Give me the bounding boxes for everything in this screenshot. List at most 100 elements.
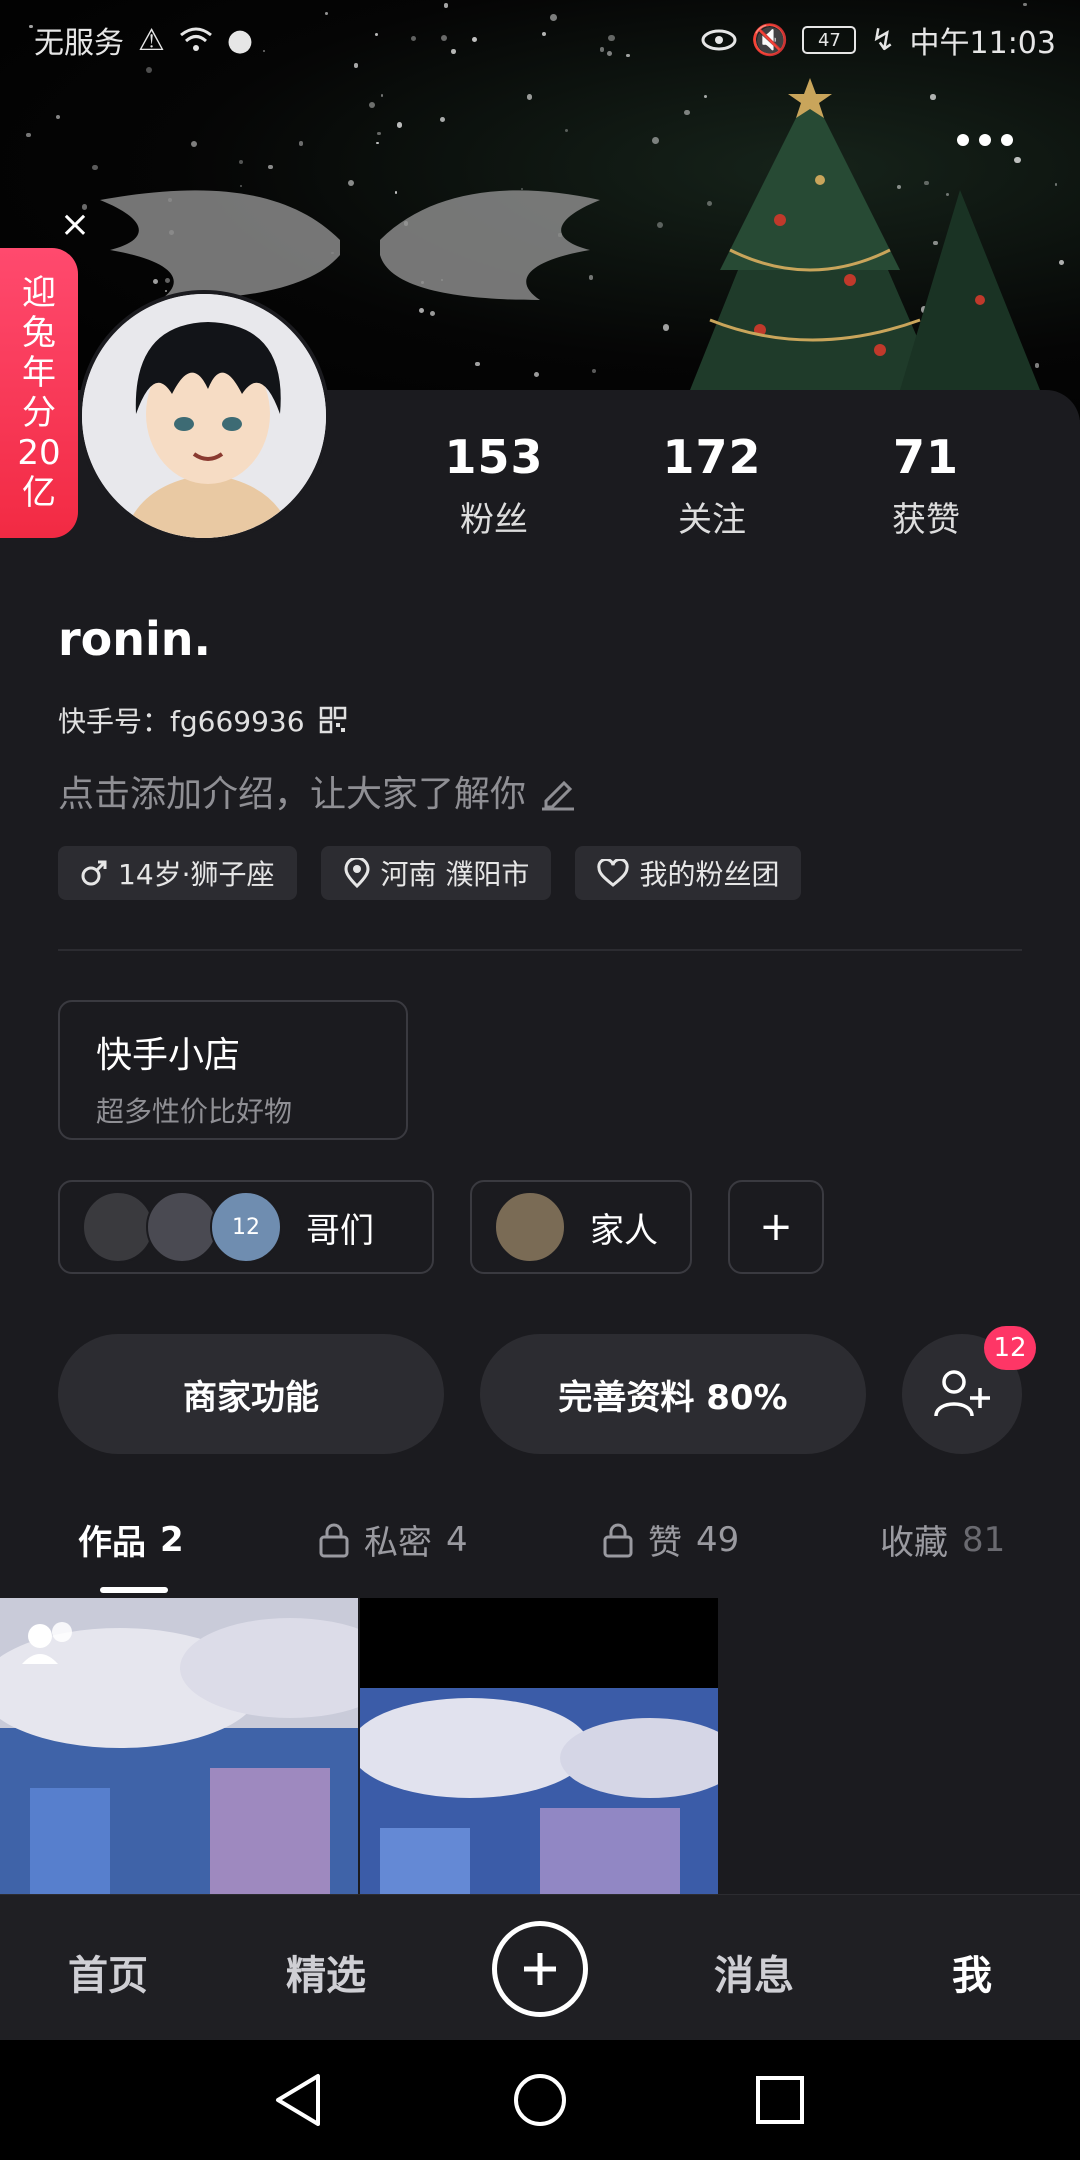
tab-favorites[interactable]: 收藏 81 bbox=[880, 1515, 1005, 1564]
snowflake bbox=[475, 361, 480, 367]
snowflake bbox=[1054, 182, 1058, 186]
tag-location-text: 河南 濮阳市 bbox=[380, 858, 530, 891]
bottom-navigation: 首页 精选 消息 我 bbox=[0, 1894, 1080, 2040]
stat-followers[interactable]: 153 粉丝 bbox=[394, 430, 594, 541]
lock-icon bbox=[603, 1523, 633, 1557]
bio-text: 点击添加介绍，让大家了解你 bbox=[58, 774, 527, 815]
wifi-icon bbox=[179, 27, 212, 51]
tag-fan-group-text: 我的粉丝团 bbox=[639, 858, 780, 891]
charging-icon: ↯ bbox=[870, 22, 896, 58]
work-image bbox=[360, 1598, 718, 1894]
tab-likes[interactable]: 赞 49 bbox=[602, 1515, 739, 1564]
promo-char: 20 bbox=[17, 433, 61, 473]
alert-icon: ⚠ bbox=[138, 22, 165, 58]
recent-apps-icon[interactable] bbox=[748, 2068, 812, 2132]
snowflake bbox=[55, 114, 61, 120]
promo-char: 亿 bbox=[21, 473, 56, 513]
plus-icon bbox=[524, 1953, 556, 1985]
profile-name: ronin. bbox=[58, 612, 212, 666]
tab-private[interactable]: 私密 4 bbox=[318, 1515, 468, 1564]
avatar-image bbox=[82, 294, 326, 538]
snowflake bbox=[298, 141, 304, 147]
carrier-text: 无服务 bbox=[34, 26, 124, 61]
snowflake bbox=[533, 371, 540, 377]
stat-likes[interactable]: 71 获赞 bbox=[826, 430, 1026, 541]
shop-title: 快手小店 bbox=[96, 1035, 241, 1076]
nav-messages[interactable]: 消息 bbox=[684, 1943, 824, 2001]
add-person-icon bbox=[934, 1370, 990, 1417]
tag-fan-group[interactable]: 我的粉丝团 bbox=[575, 846, 802, 900]
works-grid bbox=[0, 1598, 1080, 1894]
snowflake bbox=[429, 311, 435, 317]
nav-featured[interactable]: 精选 bbox=[256, 1943, 396, 2001]
profile-tags: 14岁·狮子座 河南 濮阳市 我的粉丝团 bbox=[58, 846, 802, 900]
back-icon[interactable] bbox=[268, 2068, 332, 2132]
shop-subtitle: 超多性价比好物 bbox=[96, 1095, 293, 1128]
tab-private-count: 4 bbox=[446, 1519, 468, 1560]
snowflake bbox=[25, 132, 31, 138]
snowflake bbox=[1059, 260, 1064, 266]
tab-favorites-label: 收藏 bbox=[880, 1523, 948, 1563]
avatar[interactable] bbox=[78, 290, 330, 542]
content-tabs: 作品 2 私密 4 赞 49 收藏 81 bbox=[0, 1505, 1080, 1595]
tab-works[interactable]: 作品 2 bbox=[78, 1515, 184, 1564]
snowflake bbox=[396, 122, 402, 128]
snowflake bbox=[268, 164, 273, 170]
nav-me[interactable]: 我 bbox=[902, 1943, 1042, 2001]
promo-char: 迎 bbox=[21, 273, 56, 313]
tab-works-count: 2 bbox=[160, 1519, 184, 1560]
promo-banner[interactable]: 迎兔年分 20 亿 bbox=[0, 248, 78, 538]
snowflake bbox=[92, 165, 98, 171]
complete-profile-button[interactable]: 完善资料 80% bbox=[480, 1334, 866, 1454]
publish-button[interactable] bbox=[492, 1921, 588, 2017]
snowflake bbox=[380, 94, 383, 97]
more-options-button[interactable] bbox=[950, 120, 1020, 160]
location-pin-icon bbox=[344, 858, 370, 888]
group-more-count: 12 bbox=[210, 1191, 282, 1263]
home-circle-icon[interactable] bbox=[508, 2068, 572, 2132]
group-family-label: 家人 bbox=[590, 1210, 658, 1251]
snowflake bbox=[564, 129, 568, 133]
merchant-features-button[interactable]: 商家功能 bbox=[58, 1334, 444, 1454]
kuaishou-id-row[interactable]: 快手号：fg669936 bbox=[58, 700, 347, 740]
status-bar: 无服务 ⚠ ● 🔇 47 ↯ 中午11:03 bbox=[0, 0, 1080, 80]
add-friend-button[interactable]: 12 bbox=[902, 1326, 1036, 1454]
heart-icon bbox=[597, 859, 630, 887]
promo-char: 年 bbox=[21, 353, 56, 393]
qr-code-icon[interactable] bbox=[319, 706, 347, 734]
edit-pencil-icon bbox=[542, 780, 575, 811]
system-navigation-bar bbox=[0, 2040, 1080, 2160]
snowflake bbox=[439, 116, 445, 122]
followers-count: 153 bbox=[444, 430, 544, 484]
lock-icon bbox=[319, 1523, 349, 1557]
section-divider bbox=[58, 949, 1022, 951]
likes-count: 71 bbox=[892, 430, 959, 484]
work-thumbnail[interactable] bbox=[360, 1598, 718, 1894]
tag-age-zodiac[interactable]: 14岁·狮子座 bbox=[58, 846, 297, 900]
kuaishou-shop-card[interactable]: 快手小店 超多性价比好物 bbox=[58, 1000, 408, 1140]
promo-text: 迎兔年分 20 亿 bbox=[17, 273, 60, 513]
tag-location[interactable]: 河南 濮阳市 bbox=[320, 846, 552, 900]
snowflake bbox=[376, 142, 379, 145]
snowflake bbox=[368, 101, 376, 109]
likes-label: 获赞 bbox=[892, 500, 960, 540]
group-bros[interactable]: 12 哥们 bbox=[58, 1180, 434, 1274]
tab-favorites-count: 81 bbox=[962, 1519, 1006, 1560]
following-count: 172 bbox=[662, 430, 762, 484]
group-bros-label: 哥们 bbox=[306, 1210, 374, 1251]
mute-icon: 🔇 bbox=[751, 22, 789, 58]
group-family[interactable]: 家人 bbox=[470, 1180, 692, 1274]
plus-icon: + bbox=[759, 1204, 793, 1250]
bio-placeholder[interactable]: 点击添加介绍，让大家了解你 bbox=[58, 765, 578, 817]
work-image bbox=[0, 1598, 358, 1894]
snowflake bbox=[377, 131, 381, 135]
work-thumbnail[interactable] bbox=[0, 1598, 358, 1894]
group-member-avatar bbox=[146, 1191, 218, 1263]
male-icon bbox=[81, 860, 107, 886]
stat-following[interactable]: 172 关注 bbox=[612, 430, 812, 541]
add-group-button[interactable]: + bbox=[728, 1180, 824, 1274]
tab-likes-label: 赞 bbox=[648, 1523, 682, 1563]
snowflake bbox=[238, 159, 243, 164]
close-promo-icon[interactable]: × bbox=[58, 207, 92, 243]
nav-home[interactable]: 首页 bbox=[38, 1943, 178, 2001]
